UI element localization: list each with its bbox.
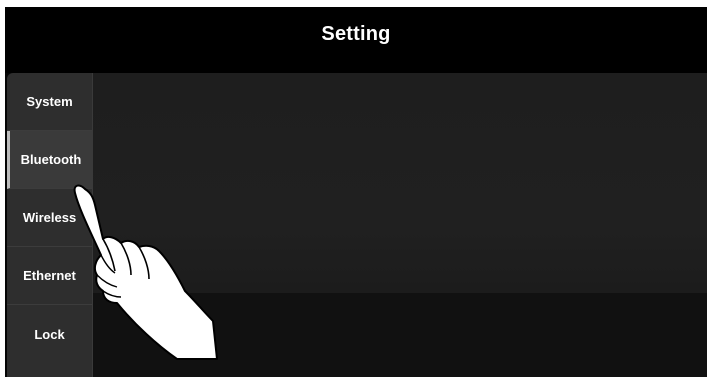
sidebar-item-label: Bluetooth — [20, 152, 82, 167]
sidebar-item-system[interactable]: System — [7, 73, 92, 131]
page-title: Setting — [321, 22, 391, 45]
title-bar: Setting — [5, 7, 707, 73]
hand-pointer-icon — [73, 184, 218, 360]
sidebar-item-label: Lock — [34, 326, 65, 342]
settings-screen: Setting System Bluetooth Wireless Ethern… — [5, 7, 707, 377]
sidebar-item-label: System — [26, 94, 73, 109]
